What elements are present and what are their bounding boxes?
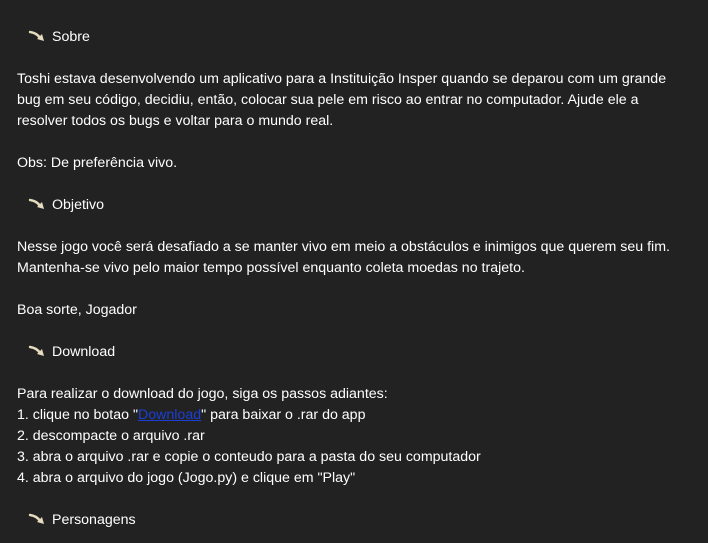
sobre-paragraph: Toshi estava desenvolvendo um aplicativo… xyxy=(17,69,697,132)
obs-paragraph: Obs: De preferência vivo. xyxy=(17,153,697,174)
section-title: Personagens xyxy=(52,512,136,528)
download-step-2: 2. descompacte o arquivo .rar xyxy=(17,428,205,444)
section-title: Sobre xyxy=(52,29,90,45)
section-heading-objetivo: Objetivo xyxy=(28,194,104,216)
download-step-3: 3. abra o arquivo .rar e copie o conteud… xyxy=(17,449,481,465)
obs-text: Obs: De preferência vivo. xyxy=(17,155,178,171)
section-heading-personagens: Personagens xyxy=(28,509,136,531)
farewell-text: Boa sorte, Jogador xyxy=(17,302,137,318)
readme-page: Sobre Toshi estava desenvolvendo um apli… xyxy=(0,0,708,543)
step-text: 1. clique no botao " xyxy=(17,407,138,423)
download-step-4: 4. abra o arquivo do jogo (Jogo.py) e cl… xyxy=(17,470,356,486)
text-line: bug em seu código, decidiu, então, coloc… xyxy=(17,92,639,108)
section-title: Objetivo xyxy=(52,197,105,213)
curved-arrow-icon xyxy=(28,30,44,41)
text-line: Mantenha-se vivo pelo maior tempo possív… xyxy=(17,260,525,276)
section-title: Download xyxy=(52,344,116,360)
curved-arrow-icon xyxy=(28,513,44,524)
download-link[interactable]: Download xyxy=(138,407,201,423)
farewell-paragraph: Boa sorte, Jogador xyxy=(17,300,697,321)
text-line: Toshi estava desenvolvendo um aplicativo… xyxy=(17,71,667,87)
section-heading-download: Download xyxy=(28,341,115,363)
text-line: Nesse jogo você será desafiado a se mant… xyxy=(17,239,670,255)
curved-arrow-icon xyxy=(28,198,44,209)
objetivo-paragraph: Nesse jogo você será desafiado a se mant… xyxy=(17,237,697,279)
download-steps: Para realizar o download do jogo, siga o… xyxy=(17,384,697,489)
download-step-1: 1. clique no botao "Download" para baixa… xyxy=(17,405,697,426)
step-text: " para baixar o .rar do app xyxy=(201,407,366,423)
text-line: resolver todos os bugs e voltar para o m… xyxy=(17,113,334,129)
curved-arrow-icon xyxy=(28,345,44,356)
section-heading-sobre: Sobre xyxy=(28,26,90,48)
download-intro: Para realizar o download do jogo, siga o… xyxy=(17,386,388,402)
